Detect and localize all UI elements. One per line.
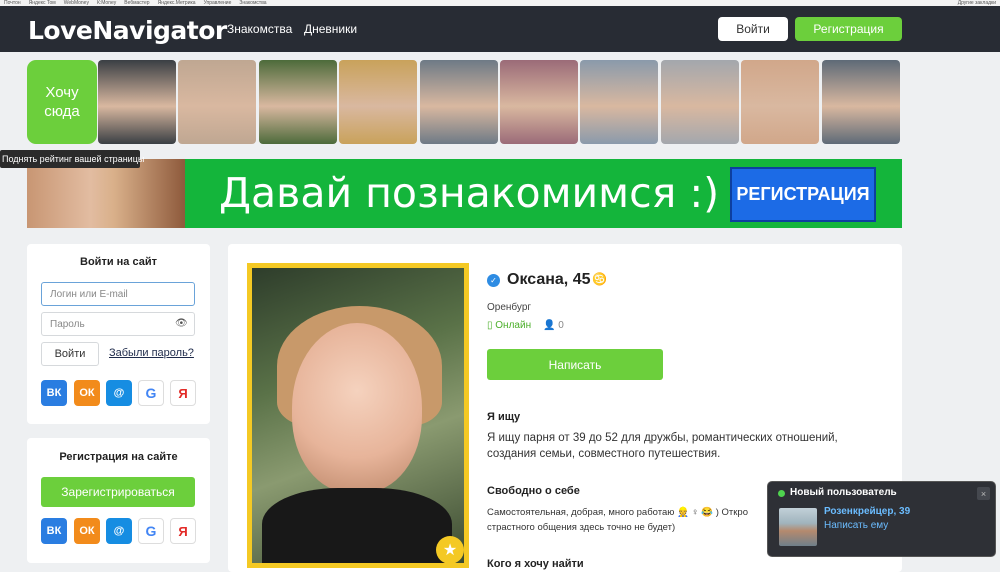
- banner-text: Давай познакомимся :): [219, 169, 720, 217]
- featured-users-strip: Хочу сюда: [27, 60, 902, 144]
- yandex-signup-icon[interactable]: Я: [170, 518, 196, 544]
- logo-text: LoveNavigator: [28, 16, 227, 45]
- photo-body: [262, 488, 452, 563]
- online-dot-icon: [778, 490, 785, 497]
- notification-title: Новый пользователь: [790, 487, 897, 498]
- ok-login-icon[interactable]: ОК: [74, 380, 100, 406]
- featured-user-thumb[interactable]: [500, 60, 578, 144]
- close-icon[interactable]: ×: [977, 487, 990, 500]
- seeking-text: Я ищу парня от 39 до 52 для дружбы, рома…: [487, 432, 838, 460]
- featured-user-thumb[interactable]: [660, 60, 739, 144]
- featured-user-thumb[interactable]: [580, 60, 659, 144]
- nav-link-dating[interactable]: Знакомства: [227, 22, 292, 36]
- online-status: ▯ Онлайн: [487, 320, 531, 331]
- login-submit-button[interactable]: Войти: [41, 342, 99, 366]
- vk-signup-icon[interactable]: ВК: [41, 518, 67, 544]
- new-user-notification[interactable]: Новый пользователь × Розенкрейцер, 39 На…: [767, 481, 996, 557]
- featured-user-thumb[interactable]: [98, 60, 176, 144]
- verified-icon: ✓: [487, 274, 500, 287]
- seeking-title: Я ищу: [487, 411, 521, 423]
- person-icon: 👤: [543, 320, 559, 331]
- yandex-login-icon[interactable]: Я: [170, 380, 196, 406]
- profile-city: Оренбург: [487, 302, 532, 313]
- featured-user-thumb[interactable]: [821, 60, 900, 144]
- ok-signup-icon[interactable]: ОК: [74, 518, 100, 544]
- want-find-title: Кого я хочу найти: [487, 558, 584, 570]
- views-count: 👤 0: [543, 320, 564, 331]
- zodiac-icon: ♋: [592, 272, 607, 286]
- profile-photo[interactable]: ★: [247, 263, 469, 568]
- login-input[interactable]: [41, 282, 195, 306]
- notification-user[interactable]: Розенкрейцер, 39: [824, 506, 910, 517]
- avatar[interactable]: [779, 508, 817, 546]
- star-icon[interactable]: ★: [436, 536, 464, 563]
- banner-photo: [27, 159, 185, 228]
- featured-user-thumb[interactable]: [178, 60, 257, 144]
- register-card-title: Регистрация на сайте: [59, 451, 178, 463]
- register-card: Регистрация на сайте Зарегистрироваться …: [27, 438, 210, 563]
- site-logo[interactable]: LoveNavigator: [28, 16, 227, 45]
- online-status-label: Онлайн: [495, 320, 532, 331]
- login-button[interactable]: Войти: [718, 17, 788, 41]
- featured-user-thumb[interactable]: [419, 60, 498, 144]
- about-title: Свободно о себе: [487, 485, 580, 497]
- forgot-password-link[interactable]: Забыли пароль?: [109, 347, 194, 359]
- google-login-icon[interactable]: G: [138, 380, 164, 406]
- want-here-button[interactable]: Хочу сюда: [27, 60, 97, 144]
- register-button[interactable]: Регистрация: [795, 17, 902, 41]
- rating-tooltip: Поднять рейтинг вашей страницы: [0, 150, 144, 168]
- views-count-value: 0: [558, 320, 564, 331]
- mail-signup-icon[interactable]: @: [106, 518, 132, 544]
- signup-button[interactable]: Зарегистрироваться: [41, 477, 195, 507]
- featured-user-thumb[interactable]: [741, 60, 820, 144]
- write-message-button[interactable]: Написать: [487, 349, 663, 380]
- google-signup-icon[interactable]: G: [138, 518, 164, 544]
- promo-banner[interactable]: Давай познакомимся :) РЕГИСТРАЦИЯ: [27, 159, 902, 228]
- password-input[interactable]: [41, 312, 195, 336]
- vk-login-icon[interactable]: ВК: [41, 380, 67, 406]
- nav-link-diaries[interactable]: Дневники: [304, 22, 357, 36]
- profile-name: Оксана, 45: [507, 271, 591, 288]
- mail-login-icon[interactable]: @: [106, 380, 132, 406]
- banner-register-button[interactable]: РЕГИСТРАЦИЯ: [730, 167, 876, 222]
- site-header: LoveNavigator Знакомства Дневники Войти …: [0, 6, 1000, 52]
- login-card: Войти на сайт 👁 Войти Забыли пароль? ВК …: [27, 244, 210, 424]
- featured-user-thumb[interactable]: [258, 60, 337, 144]
- show-password-icon[interactable]: 👁: [175, 318, 188, 329]
- notification-write-link[interactable]: Написать ему: [824, 520, 888, 531]
- featured-user-thumb[interactable]: [339, 60, 418, 144]
- photo-face: [292, 323, 422, 493]
- login-card-title: Войти на сайт: [80, 256, 157, 268]
